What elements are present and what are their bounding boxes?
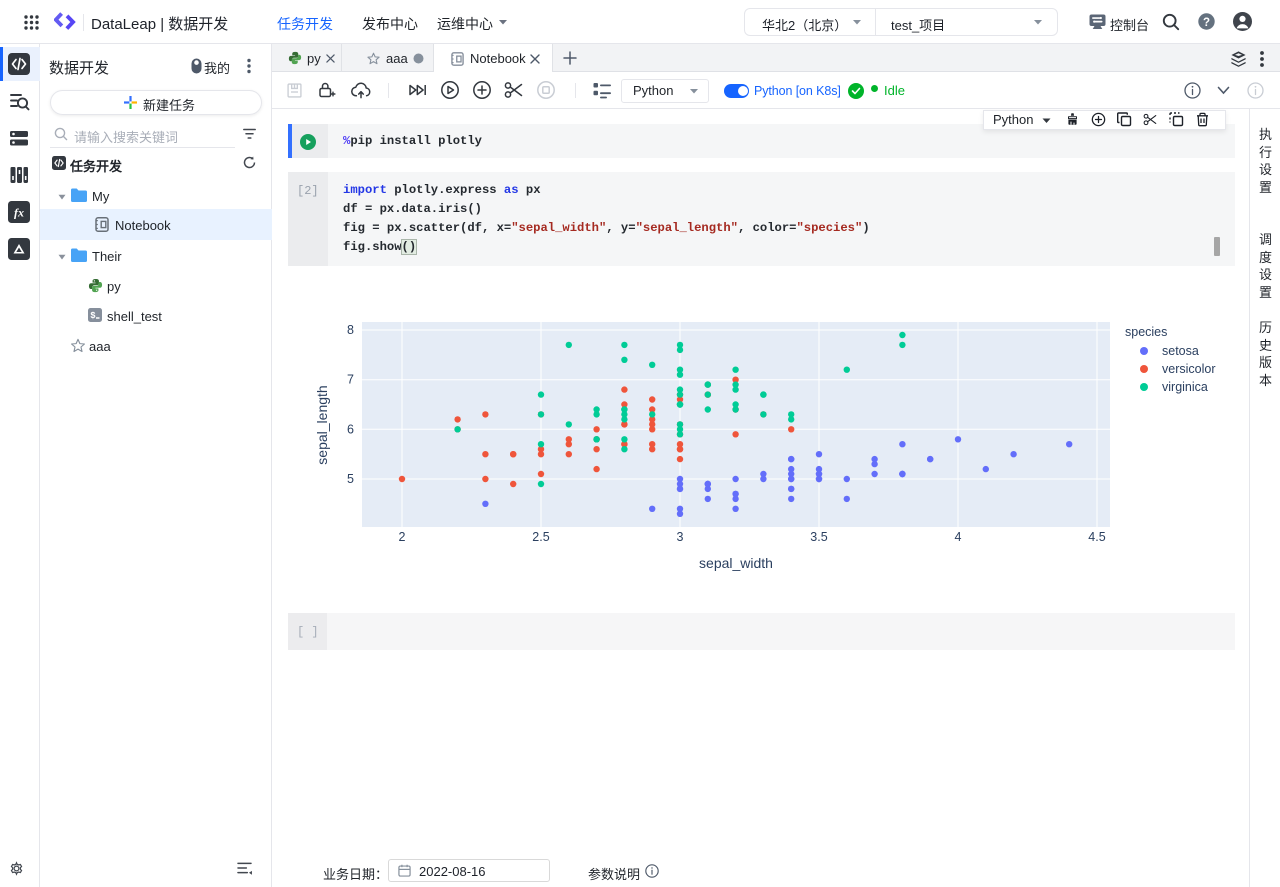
- svg-text:?: ?: [1203, 17, 1210, 29]
- svg-text:8: 8: [347, 323, 354, 337]
- svg-text:species: species: [1125, 325, 1167, 339]
- svg-text:versicolor: versicolor: [1162, 362, 1216, 376]
- svg-text:5: 5: [347, 472, 354, 486]
- svg-text:4: 4: [955, 530, 962, 544]
- svg-text:virginica: virginica: [1162, 380, 1208, 394]
- svg-text:2.5: 2.5: [532, 530, 549, 544]
- svg-text:sepal_length: sepal_length: [314, 385, 330, 464]
- svg-text:4.5: 4.5: [1088, 530, 1105, 544]
- svg-text:3: 3: [677, 530, 684, 544]
- svg-text:$: $: [90, 311, 96, 321]
- svg-text:setosa: setosa: [1162, 344, 1199, 358]
- svg-text:fx: fx: [14, 206, 24, 220]
- svg-text:sepal_width: sepal_width: [699, 555, 773, 571]
- svg-text:6: 6: [347, 422, 354, 436]
- svg-text:2: 2: [399, 530, 406, 544]
- svg-text:3.5: 3.5: [810, 530, 827, 544]
- svg-text:7: 7: [347, 373, 354, 387]
